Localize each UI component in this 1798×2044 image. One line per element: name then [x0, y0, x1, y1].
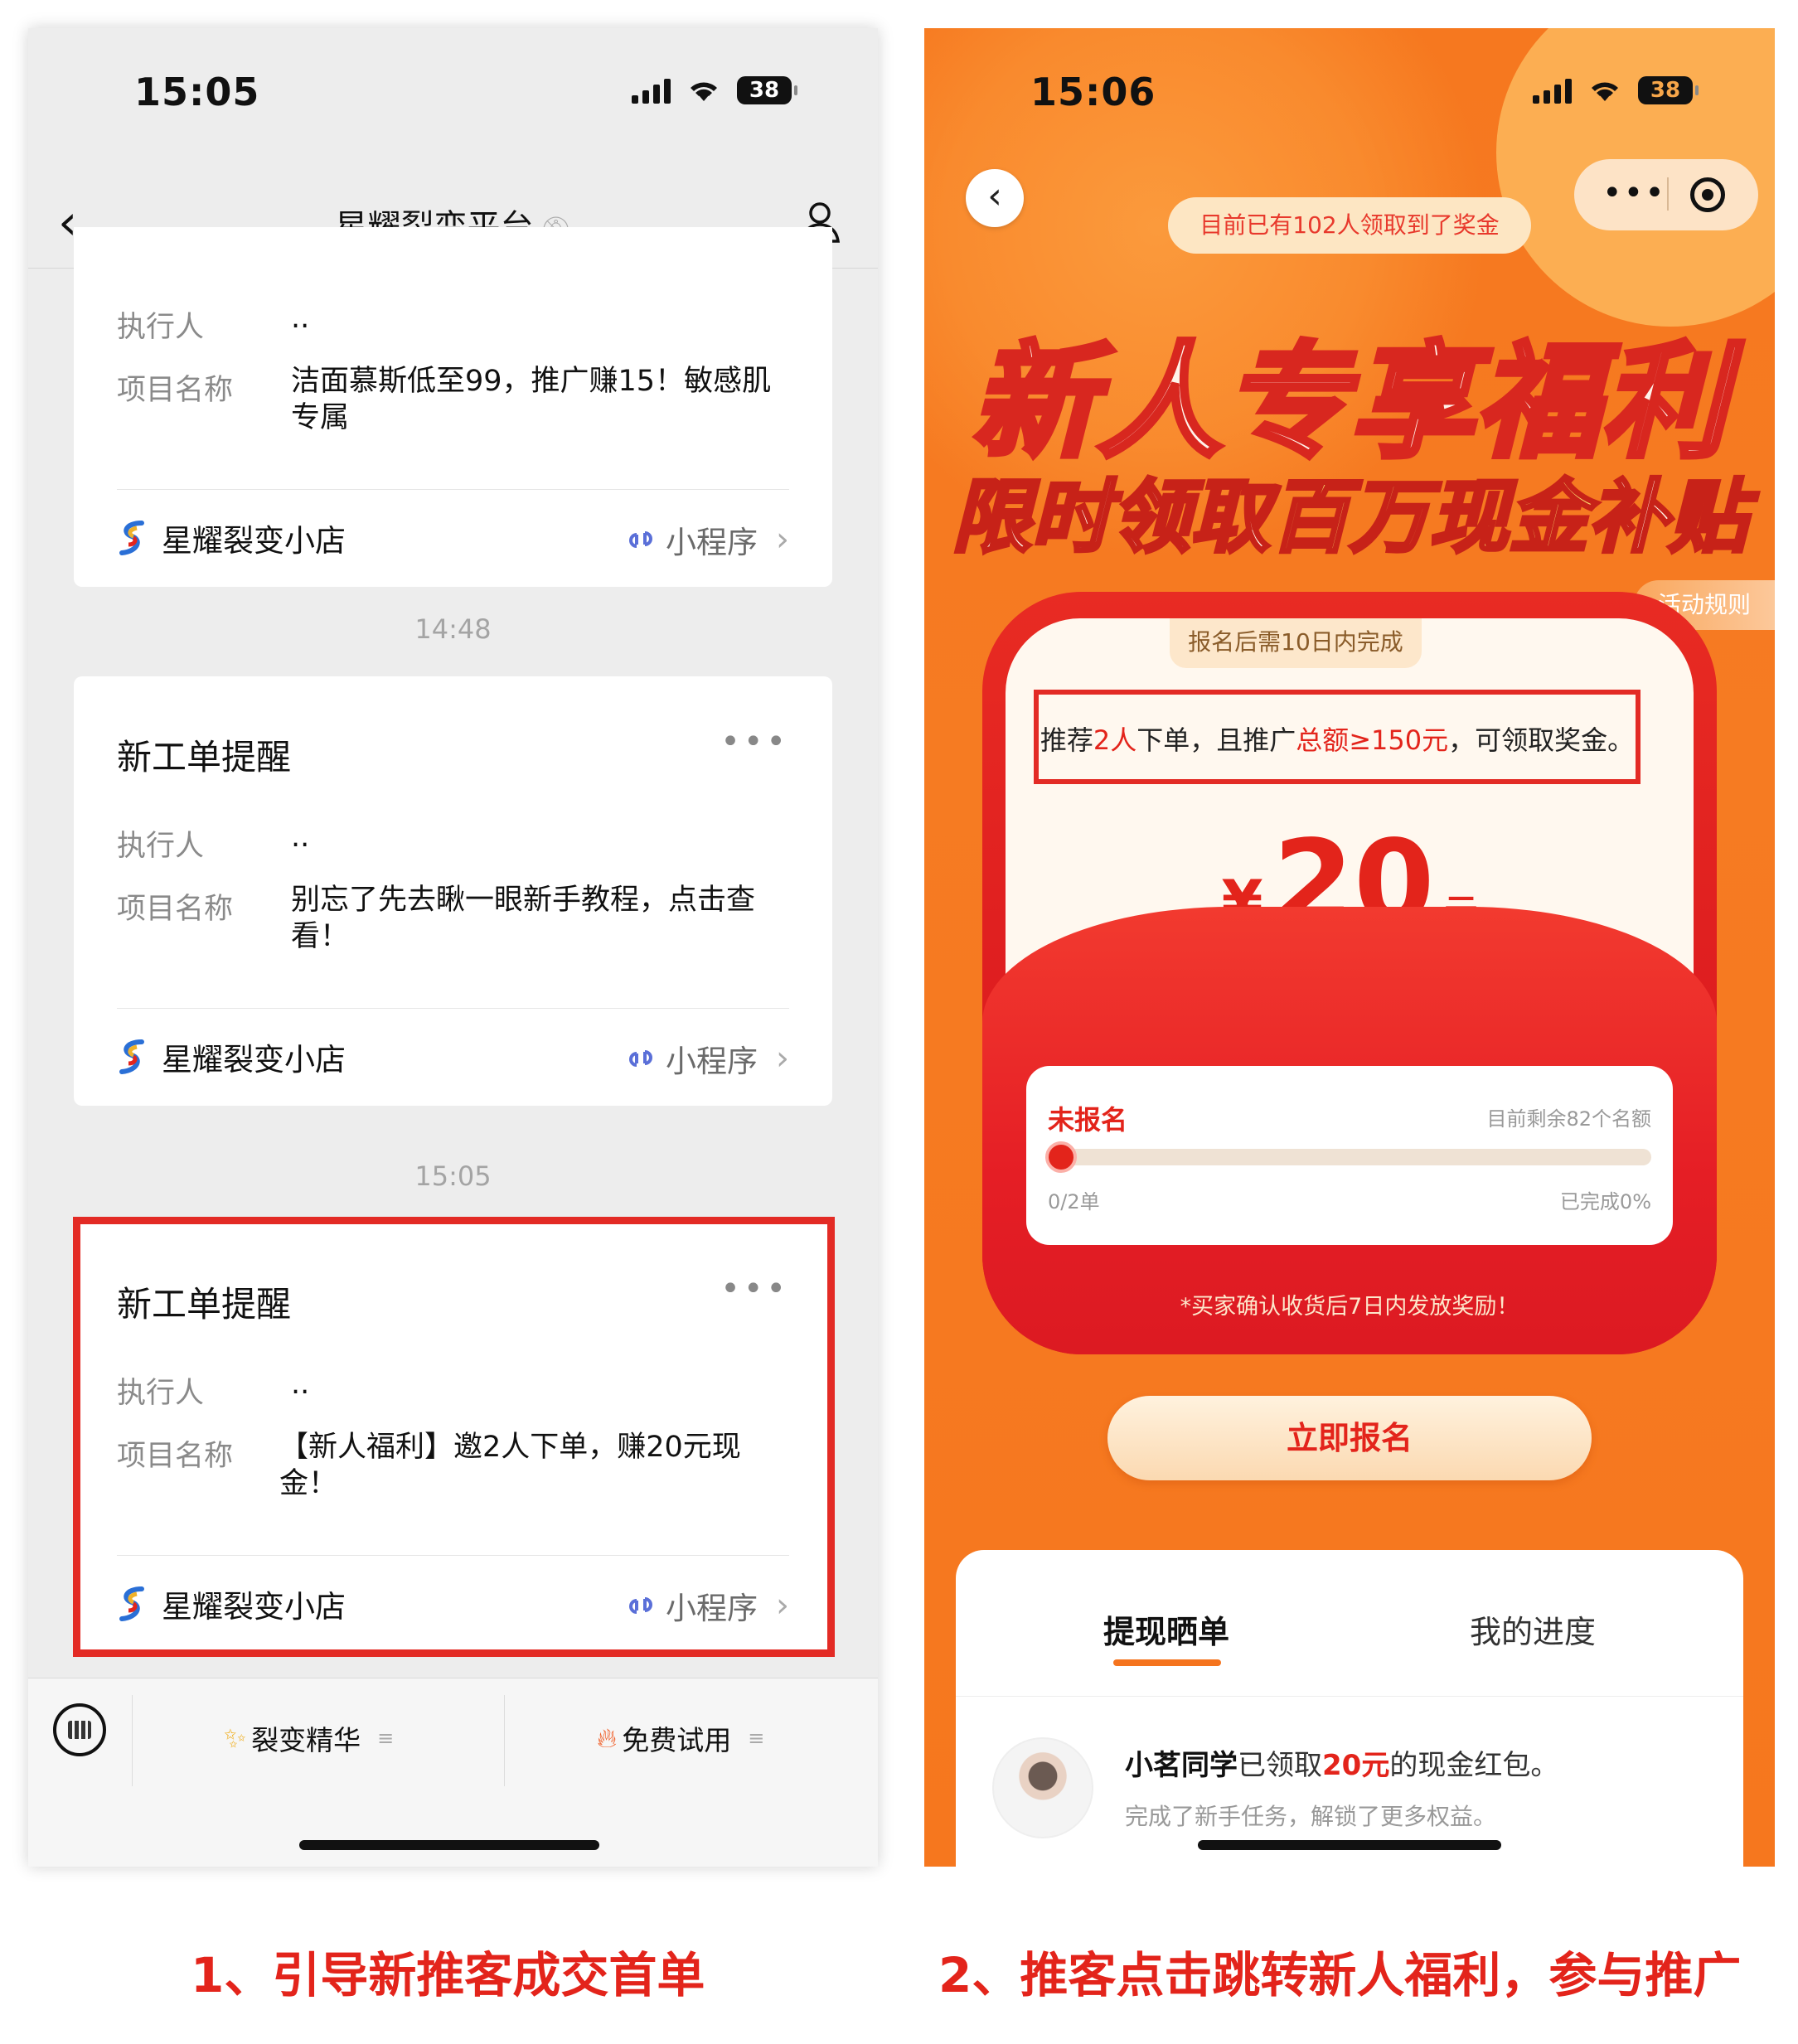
timestamp: 14:48	[414, 613, 492, 645]
feed-text: 已领取	[1238, 1749, 1322, 1782]
submenu-icon: ≡	[748, 1727, 765, 1750]
work-order-card[interactable]: 执行人 .. 项目名称 洁面慕斯低至99，推广赚15！敏感肌专属 星耀裂变小店 …	[74, 227, 832, 587]
cond-part: 下单，且推广	[1136, 724, 1296, 756]
headline-sub-gold: 百万现金	[1268, 469, 1590, 565]
home-indicator	[299, 1840, 599, 1850]
chevron-right-icon: ›	[776, 1039, 789, 1078]
shop-name: 星耀裂变小店	[162, 1042, 346, 1078]
mini-program-icon	[629, 1050, 652, 1067]
remaining-slots: 目前剩余82个名额	[1486, 1107, 1651, 1131]
signal-icon	[632, 77, 671, 104]
home-indicator	[1198, 1840, 1501, 1850]
condition-box: 推荐2人下单，且推广总额≥150元，可领取奖金。	[1034, 690, 1640, 784]
menu-divider	[132, 1695, 133, 1786]
cond-part: ，可领取奖金。	[1448, 724, 1635, 756]
card-divider	[117, 1008, 789, 1009]
shop-name: 星耀裂变小店	[162, 523, 346, 559]
executor-value: ..	[291, 302, 310, 335]
project-value: 别忘了先去瞅一眼新手教程，点击查看！	[291, 884, 756, 953]
feed-text: 的现金红包。	[1389, 1749, 1559, 1782]
menu-item-label: 免费试用	[622, 1724, 732, 1756]
mini-program-capsule[interactable]: •••	[1574, 159, 1758, 230]
work-order-card[interactable]: 新工单提醒 ••• 执行人 .. 项目名称 别忘了先去瞅一眼新手教程，点击查看！…	[74, 676, 832, 1106]
capsule-divider	[1667, 177, 1669, 211]
deadline-tag: 报名后需10日内完成	[1170, 618, 1422, 668]
status-time: 15:05	[134, 70, 260, 114]
claim-notice: 目前已有102人领取到了奖金	[1168, 197, 1531, 254]
shop-link[interactable]: 星耀裂变小店	[117, 1034, 346, 1079]
condition-text: 推荐2人下单，且推广总额≥150元，可领取奖金。	[1039, 719, 1636, 758]
status-icons: 38	[632, 76, 797, 104]
completion-percent: 已完成0%	[1559, 1190, 1651, 1213]
mini-program-link[interactable]: 小程序 ›	[626, 1036, 789, 1081]
timestamp: 15:05	[414, 1160, 492, 1192]
fire-icon: 🔥︎	[597, 1722, 618, 1754]
mini-program-link[interactable]: 小程序 ›	[626, 517, 789, 562]
status-icons: 38	[1533, 76, 1699, 104]
progress-knob	[1045, 1141, 1077, 1173]
close-mini-program-icon[interactable]	[1690, 177, 1725, 212]
menu-item-free-trial[interactable]: 🔥︎ 免费试用 ≡	[597, 1718, 764, 1758]
tab-my-progress[interactable]: 我的进度	[1470, 1606, 1596, 1652]
menu-item-fission[interactable]: ✨︎ 裂变精华 ≡	[224, 1718, 394, 1758]
feed-user-name: 小茗同学	[1125, 1749, 1238, 1782]
shop-logo-icon	[119, 1039, 144, 1074]
cond-part: 推荐	[1040, 724, 1093, 756]
battery-icon: 38	[737, 76, 797, 104]
battery-icon: 38	[1638, 76, 1699, 104]
headline-sub-part: 补贴	[1587, 469, 1749, 565]
wifi-icon	[1592, 82, 1618, 101]
active-tab-underline	[1113, 1659, 1221, 1666]
chevron-right-icon: ›	[776, 521, 789, 559]
card-divider	[117, 489, 789, 490]
caption-right: 2、推客点击跳转新人福利，参与推广	[938, 1947, 1742, 2003]
headline-sub-part: 限时领取	[950, 469, 1272, 565]
avatar	[992, 1737, 1093, 1838]
keyboard-icon[interactable]	[53, 1703, 106, 1756]
tab-withdraw-showcase[interactable]: 提现晒单	[1103, 1606, 1229, 1652]
signup-status: 未报名	[1048, 1104, 1128, 1136]
feed-amount: 20元	[1322, 1749, 1390, 1782]
submenu-icon: ≡	[377, 1727, 395, 1750]
sparkles-icon: ✨︎	[224, 1722, 247, 1754]
more-icon[interactable]: •••	[1602, 174, 1666, 212]
caption-left: 1、引导新推客成交首单	[191, 1947, 705, 2003]
promo-mini-program-screen: 15:06 38 ‹ ••• 目前已有102人领取到了奖金 新人专享福利 限时领…	[924, 28, 1775, 1867]
feed-item-sub: 完成了新手任务，解锁了更多权益。	[1125, 1803, 1497, 1830]
cond-highlight: 2人	[1093, 724, 1137, 756]
payout-note: *买家确认收货后7日内发放奖励！	[1180, 1294, 1519, 1320]
executor-label: 执行人	[117, 311, 205, 344]
signal-icon	[1533, 77, 1572, 104]
back-icon[interactable]: ‹	[966, 169, 1024, 227]
card-title: 新工单提醒	[117, 737, 292, 777]
project-value: 洁面慕斯低至99，推广赚15！敏感肌专属	[291, 365, 772, 434]
mini-program-label: 小程序	[666, 525, 758, 560]
highlight-frame	[73, 1217, 835, 1657]
shop-logo-icon	[119, 521, 144, 555]
mini-program-label: 小程序	[666, 1044, 758, 1079]
cond-highlight: 总额≥150元	[1296, 724, 1449, 756]
status-time: 15:06	[1030, 70, 1156, 114]
progress-card: 未报名 目前剩余82个名额 0/2单 已完成0%	[1026, 1066, 1673, 1245]
wechat-chat-screen: 15:05 38 ‹ 星耀裂变平台🔕︎ 执行人 .. 项目名称 洁面慕斯低至99…	[28, 28, 878, 1867]
project-label: 项目名称	[117, 374, 234, 407]
sheet-divider	[956, 1696, 1743, 1697]
headline-sub: 限时领取百万现金补贴	[924, 453, 1775, 568]
progress-track	[1045, 1141, 1651, 1173]
bottom-sheet: 提现晒单 我的进度 小茗同学已领取20元的现金红包。 完成了新手任务，解锁了更多…	[956, 1550, 1743, 1867]
wifi-icon	[691, 82, 717, 101]
order-count: 0/2单	[1048, 1190, 1100, 1213]
shop-link[interactable]: 星耀裂变小店	[117, 516, 346, 560]
chat-menu-bar: ✨︎ 裂变精华 ≡ 🔥︎ 免费试用 ≡	[28, 1678, 878, 1867]
menu-divider	[504, 1695, 505, 1786]
executor-label: 执行人	[117, 830, 205, 863]
mini-program-icon	[629, 531, 652, 548]
more-icon[interactable]: •••	[720, 723, 789, 761]
menu-item-label: 裂变精华	[251, 1724, 361, 1756]
signup-button[interactable]: 立即报名	[1107, 1396, 1592, 1480]
project-label: 项目名称	[117, 893, 234, 926]
feed-item-text: 小茗同学已领取20元的现金红包。	[1125, 1742, 1558, 1783]
executor-value: ..	[291, 821, 310, 854]
